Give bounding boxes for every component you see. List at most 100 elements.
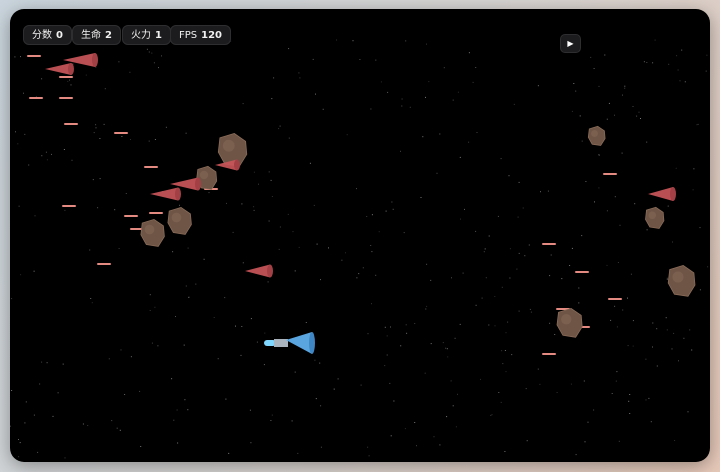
star <box>683 337 685 339</box>
asteroid-highlight <box>199 170 209 180</box>
play-icon: ▶ <box>567 39 574 48</box>
game-window[interactable] <box>10 9 710 462</box>
star <box>82 423 84 425</box>
star <box>367 446 369 448</box>
star <box>253 209 255 211</box>
star <box>606 118 608 120</box>
star <box>679 80 681 82</box>
star <box>305 322 307 323</box>
star <box>385 210 387 212</box>
star <box>34 215 36 217</box>
star <box>390 326 391 328</box>
star <box>517 216 519 218</box>
star <box>309 162 311 164</box>
star <box>584 441 586 443</box>
star <box>518 310 520 312</box>
star <box>64 457 66 459</box>
star <box>165 126 167 128</box>
star <box>454 337 456 339</box>
star <box>439 444 441 446</box>
star <box>278 128 280 130</box>
star <box>391 201 393 203</box>
star <box>598 154 600 156</box>
star <box>118 61 120 63</box>
star <box>370 108 372 110</box>
star <box>677 69 679 71</box>
star <box>646 141 648 143</box>
star <box>587 421 589 423</box>
star <box>468 141 470 143</box>
star <box>491 414 493 416</box>
star <box>452 99 454 101</box>
star <box>459 156 461 158</box>
star <box>161 55 162 57</box>
star <box>604 54 606 56</box>
star <box>250 442 252 444</box>
star <box>108 358 110 360</box>
star <box>154 306 156 308</box>
star <box>118 248 120 249</box>
star <box>573 83 575 84</box>
star <box>570 383 572 385</box>
star <box>571 110 573 112</box>
star <box>628 400 630 402</box>
star <box>426 43 427 45</box>
star <box>99 178 101 180</box>
star <box>111 420 113 422</box>
star <box>392 208 394 210</box>
star <box>18 205 20 207</box>
star <box>447 356 449 358</box>
star <box>46 159 48 161</box>
star <box>121 136 123 137</box>
star <box>173 419 175 421</box>
star <box>92 179 94 181</box>
star <box>684 81 686 83</box>
enemy-bullet <box>29 97 43 99</box>
star <box>464 208 465 210</box>
star <box>528 244 530 246</box>
star <box>375 59 377 61</box>
star <box>371 303 372 305</box>
star <box>629 413 631 414</box>
star <box>294 371 296 373</box>
fps-label: FPS <box>179 30 198 41</box>
star <box>176 409 178 411</box>
star <box>356 188 357 190</box>
star <box>405 324 407 326</box>
star <box>28 164 30 166</box>
star <box>268 220 270 222</box>
star <box>179 204 180 206</box>
star <box>225 398 227 400</box>
star <box>87 425 89 426</box>
star <box>319 362 321 364</box>
star <box>393 400 395 402</box>
game-canvas[interactable] <box>10 9 710 462</box>
star <box>104 88 106 90</box>
star <box>95 127 97 129</box>
star <box>14 56 16 58</box>
star <box>624 85 626 87</box>
star <box>656 365 658 367</box>
star <box>403 232 405 234</box>
star <box>153 62 155 64</box>
star <box>424 372 426 374</box>
star <box>203 258 205 260</box>
star <box>675 167 677 169</box>
star <box>610 319 612 321</box>
star <box>299 77 301 79</box>
enemy-bullet <box>575 271 589 273</box>
star <box>124 394 126 395</box>
star <box>328 247 329 249</box>
star <box>313 204 315 206</box>
player-ship <box>286 332 312 354</box>
star <box>64 209 66 211</box>
play-button[interactable]: ▶ <box>560 34 581 53</box>
star <box>442 342 444 344</box>
star <box>114 209 116 211</box>
fps-value: 120 <box>201 30 223 41</box>
star <box>516 268 518 270</box>
star <box>537 368 539 370</box>
star <box>509 248 511 250</box>
star <box>630 273 632 275</box>
star <box>616 371 618 373</box>
